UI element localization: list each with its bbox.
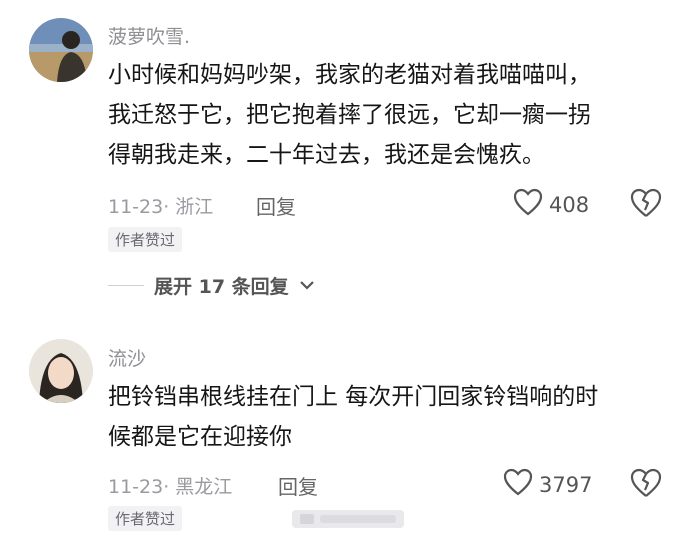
reply-button[interactable]: 回复 <box>278 471 318 500</box>
like-button[interactable]: 3797 <box>503 468 592 501</box>
avatar[interactable] <box>29 18 93 82</box>
reply-button[interactable]: 回复 <box>256 191 296 220</box>
like-count: 3797 <box>539 472 593 497</box>
broken-heart-icon <box>630 468 662 497</box>
author-liked-badge: 作者赞过 <box>108 227 183 252</box>
dislike-button[interactable] <box>630 468 662 500</box>
date-location: 11-23· 黑龙江 <box>108 476 233 498</box>
like-count: 408 <box>549 192 590 217</box>
username[interactable]: 菠萝吹雪. <box>108 22 190 49</box>
heart-outline-icon <box>513 188 543 221</box>
comment-text: 小时候和妈妈吵架，我家的老猫对着我喵喵叫， 我迁怒于它，把它抱着摔了很远，它却一… <box>108 55 591 175</box>
comment-line: 得朝我走来，二十年过去，我还是会愧疚。 <box>108 142 545 168</box>
like-button[interactable]: 408 <box>513 188 589 221</box>
divider <box>108 285 144 286</box>
comment-line: 小时候和妈妈吵架，我家的老猫对着我喵喵叫， <box>108 62 591 88</box>
expand-replies-label: 展开 17 条回复 <box>154 276 289 298</box>
username[interactable]: 流沙 <box>108 344 146 371</box>
watermark-logo <box>292 510 404 528</box>
comment-line: 我迁怒于它，把它抱着摔了很远，它却一瘸一拐 <box>108 102 591 128</box>
comment-text: 把铃铛串根线挂在门上 每次开门回家铃铛响的时 候都是它在迎接你 <box>108 377 598 457</box>
heart-outline-icon <box>503 468 533 501</box>
broken-heart-icon <box>630 188 662 217</box>
date-location: 11-23· 浙江 <box>108 196 214 218</box>
author-liked-badge: 作者赞过 <box>108 506 183 531</box>
comment-line: 把铃铛串根线挂在门上 每次开门回家铃铛响的时 <box>108 384 599 410</box>
chevron-down-icon <box>299 276 315 295</box>
comment-line: 候都是它在迎接你 <box>108 424 292 450</box>
expand-replies[interactable]: 展开 17 条回复 <box>108 272 315 299</box>
dislike-button[interactable] <box>630 188 662 220</box>
avatar[interactable] <box>29 339 93 403</box>
